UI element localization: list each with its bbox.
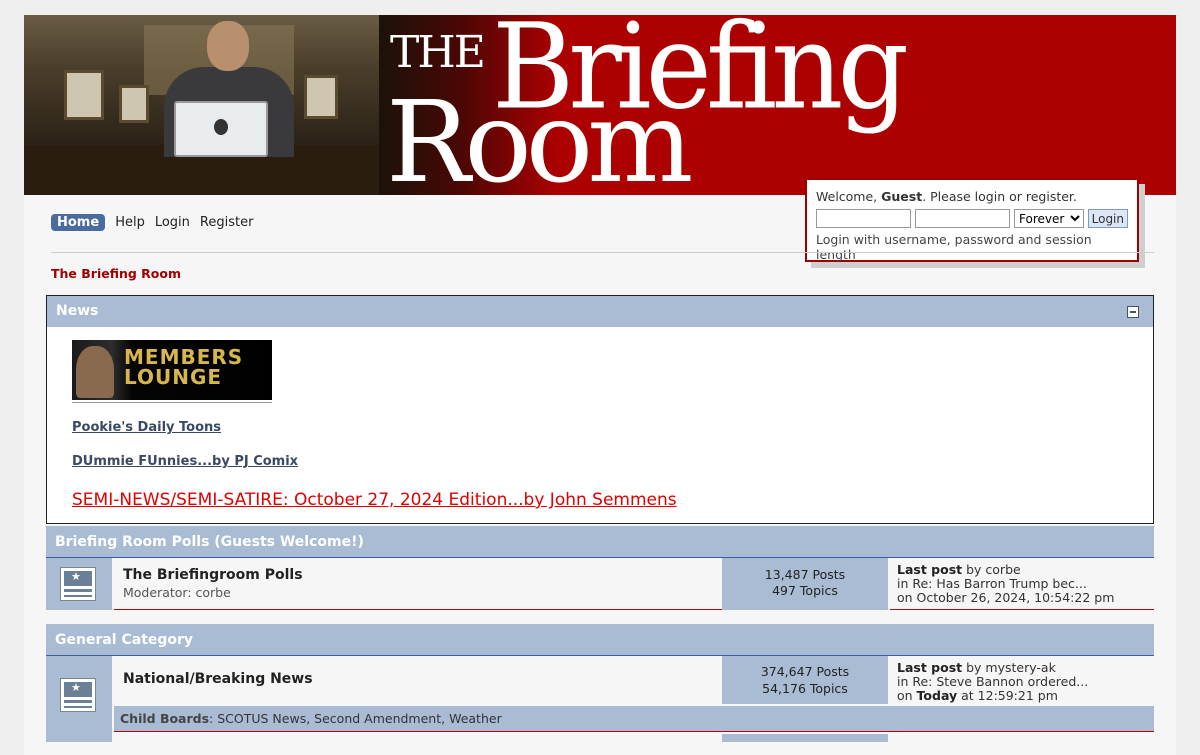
login-button[interactable]: Login (1087, 209, 1128, 228)
news-headline-link[interactable]: SEMI-NEWS/SEMI-SATIRE: October 27, 2024 … (72, 490, 677, 510)
members-lounge-line2: LOUNGE (124, 365, 223, 389)
welcome-or: or (1005, 189, 1026, 204)
login-link[interactable]: login (975, 189, 1005, 204)
last-post-date: on Today at 12:59:21 pm (897, 689, 1147, 703)
child-board-link[interactable]: SCOTUS News (217, 711, 306, 726)
welcome-text: Welcome, Guest. Please login or register… (816, 189, 1128, 204)
board-icon-cell: ★ (46, 656, 112, 734)
child-boards-colon: : (209, 711, 218, 726)
board-last-post: Last post by mystery-ak in Re: Steve Ban… (890, 656, 1154, 706)
board-topics: 497 Topics (772, 583, 838, 598)
last-post-label: Last post (897, 660, 963, 675)
board-flag-icon: ★ (60, 678, 96, 712)
last-post-date: on October 26, 2024, 10:54:22 pm (897, 590, 1115, 605)
last-post-today: Today (916, 688, 958, 703)
category-header-general[interactable]: General Category (46, 624, 1154, 656)
banner-photo (24, 15, 384, 195)
breadcrumb[interactable]: The Briefing Room (51, 266, 181, 281)
board-icon-cell: ★ (46, 558, 112, 610)
news-link-pookie[interactable]: Pookie's Daily Toons (72, 420, 221, 435)
collapse-icon[interactable] (1127, 306, 1139, 318)
members-lounge-line1: MEMBERS (124, 345, 244, 369)
last-post-by: by mystery-ak (962, 660, 1056, 675)
welcome-period: . (1072, 189, 1077, 204)
menu-help[interactable]: Help (115, 215, 145, 230)
board-info: National/Breaking News (114, 656, 722, 706)
last-post-by: by corbe (962, 562, 1021, 577)
logo-room: Room (386, 78, 693, 195)
moderator-label: Moderator: (123, 585, 196, 600)
news-panel: News MEMBERS LOUNGE Pookie's Daily Toons… (46, 295, 1154, 524)
menu-home[interactable]: Home (51, 214, 106, 231)
child-board-link[interactable]: Weather (449, 711, 502, 726)
photo-frame (119, 85, 149, 123)
welcome-mid: . Please (922, 189, 975, 204)
photo-frame (64, 70, 104, 120)
board-title[interactable]: The Briefingroom Polls (123, 567, 303, 583)
main-menu: Home Help Login Register (51, 214, 253, 231)
login-note: Login with username, password and sessio… (816, 232, 1092, 262)
board-stats: 13,487 Posts 497 Topics (722, 558, 888, 610)
password-input[interactable] (915, 209, 1010, 228)
photo-frame (304, 75, 338, 119)
page: THE Briefing Room Welcome, Guest. Please… (24, 15, 1176, 755)
members-divider (72, 402, 272, 403)
next-board-icon-cell (46, 734, 112, 742)
board-posts: 374,647 Posts (760, 664, 850, 679)
menu-login[interactable]: Login (155, 215, 190, 230)
menu-divider (51, 252, 1154, 253)
welcome-prefix: Welcome, (816, 189, 882, 204)
moderator-link[interactable]: corbe (196, 585, 231, 600)
photo-head (207, 21, 249, 71)
news-link-dummie[interactable]: DUmmie FUnnies...by PJ Comix (72, 454, 298, 469)
site-banner[interactable]: THE Briefing Room (24, 15, 1176, 195)
board-stats: 374,647 Posts 54,176 Topics (722, 656, 888, 704)
board-info: The Briefingroom Polls Moderator: corbe (114, 558, 722, 610)
logo-the: THE (390, 27, 486, 78)
session-length-select[interactable]: Forever (1014, 209, 1084, 228)
guest-name: Guest (881, 189, 923, 204)
last-post-topic[interactable]: in Re: Has Barron Trump bec... (897, 576, 1087, 591)
menu-register[interactable]: Register (200, 215, 254, 230)
board-flag-icon: ★ (60, 567, 96, 601)
category-header-polls[interactable]: Briefing Room Polls (Guests Welcome!) (46, 526, 1154, 558)
last-post-topic[interactable]: in Re: Steve Bannon ordered... (897, 674, 1088, 689)
members-lounge-banner[interactable]: MEMBERS LOUNGE (72, 340, 272, 400)
child-board-link[interactable]: Second Amendment (314, 711, 441, 726)
login-form-row: Forever Login (816, 209, 1128, 228)
apple-logo-icon (214, 119, 228, 135)
board-title[interactable]: National/Breaking News (123, 671, 313, 687)
board-moderator: Moderator: corbe (123, 585, 231, 600)
news-header: News (47, 296, 1153, 327)
child-boards-row: Child Boards: SCOTUS News, Second Amendm… (114, 706, 1154, 732)
board-posts: 13,487 Posts (764, 567, 846, 582)
child-boards-label: Child Boards (120, 711, 210, 726)
members-lounge-logo: MEMBERS LOUNGE (124, 347, 243, 387)
board-row: ★ National/Breaking News 374,647 Posts 5… (46, 656, 1154, 734)
next-board-stats-cell (722, 734, 888, 742)
username-input[interactable] (816, 209, 911, 228)
last-post-time: at 12:59:21 pm (957, 688, 1058, 703)
last-post-on: on (897, 688, 917, 703)
board-topics: 54,176 Topics (762, 681, 848, 696)
members-lounge-portrait (76, 346, 114, 398)
board-last-post: Last post by corbe in Re: Has Barron Tru… (890, 558, 1154, 610)
last-post-label: Last post (897, 562, 963, 577)
board-row: ★ The Briefingroom Polls Moderator: corb… (46, 558, 1154, 610)
news-title: News (56, 303, 99, 319)
register-link[interactable]: register (1026, 189, 1073, 204)
login-box: Welcome, Guest. Please login or register… (805, 178, 1139, 262)
